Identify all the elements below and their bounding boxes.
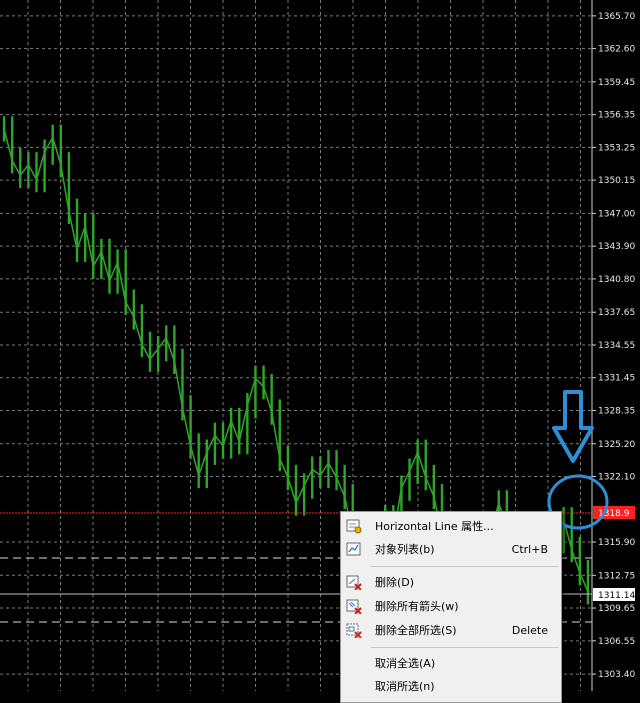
object-list-icon <box>346 542 361 556</box>
price-axis-tick-label: 1322.10 <box>598 473 635 483</box>
menu-separator <box>371 647 559 648</box>
menu-item-properties[interactable]: Horizontal Line 属性... <box>341 515 561 537</box>
menu-item-label: 删除所有箭头(w) <box>375 600 459 613</box>
price-axis-tick-label: 1328.35 <box>598 406 635 416</box>
price-axis-tick-label: 1306.55 <box>598 637 635 647</box>
menu-item-label: 对象列表(b) <box>375 543 435 556</box>
delete-arrows-icon <box>346 599 362 614</box>
price-axis-tick-label: 1359.45 <box>598 78 635 88</box>
menu-separator <box>371 566 559 567</box>
price-axis-tick-label: 1315.90 <box>598 538 635 548</box>
price-axis-tick-label: 1312.75 <box>598 571 635 581</box>
menu-item-label: 取消全选(A) <box>375 657 436 670</box>
price-axis-tick-label: 1309.65 <box>598 604 635 614</box>
price-axis-tick-label: 1347.00 <box>598 209 635 219</box>
price-axis-tick-label: 1334.55 <box>598 341 635 351</box>
menu-item-shortcut: Ctrl+B <box>511 542 548 556</box>
price-axis-tick-label: 1340.80 <box>598 275 635 285</box>
price-axis-tick-label: 1362.60 <box>598 45 635 55</box>
current-price-tag: 1311.14 <box>593 588 635 601</box>
horizontal-line-price-label: 1318.9 <box>593 506 635 519</box>
delete-selected-icon <box>346 623 362 638</box>
menu-item-delete[interactable]: 删除(D) <box>341 571 561 593</box>
menu-item-label: Horizontal Line 属性... <box>375 520 494 533</box>
price-axis-tick-label: 1350.15 <box>598 176 635 186</box>
menu-item-label: 取消所选(n) <box>375 680 435 693</box>
current-price-text: 1311.14 <box>598 591 635 601</box>
price-axis-tick-label: 1325.20 <box>598 440 635 450</box>
menu-item-label: 删除(D) <box>375 576 415 589</box>
menu-item-deselect[interactable]: 取消所选(n) <box>341 675 561 697</box>
menu-item-object-list[interactable]: 对象列表(b) Ctrl+B <box>341 538 561 560</box>
price-axis-tick-label: 1353.25 <box>598 143 635 153</box>
menu-item-shortcut: Delete <box>511 623 548 637</box>
price-axis-tick-label: 1303.40 <box>598 670 635 680</box>
menu-item-label: 删除全部所选(S) <box>375 624 457 637</box>
price-axis-ticks: 1365.70 1362.60 1359.45 1356.35 1353.25 1350.… <box>592 12 635 680</box>
context-menu: Horizontal Line 属性... 对象列表(b) Ctrl+B 删除(… <box>340 511 562 703</box>
price-axis-tick-label: 1356.35 <box>598 111 635 121</box>
price-axis-tick-label: 1365.70 <box>598 12 635 22</box>
price-axis-tick-label: 1337.65 <box>598 308 635 318</box>
delete-icon <box>346 575 362 590</box>
price-axis-tick-label: 1331.45 <box>598 374 635 384</box>
properties-icon <box>346 519 362 534</box>
menu-item-deselect-all[interactable]: 取消全选(A) <box>341 652 561 674</box>
menu-item-delete-all-arrows[interactable]: 删除所有箭头(w) <box>341 595 561 617</box>
menu-item-delete-all-selected[interactable]: 删除全部所选(S) Delete <box>341 619 561 641</box>
price-axis-tick-label: 1343.90 <box>598 242 635 252</box>
